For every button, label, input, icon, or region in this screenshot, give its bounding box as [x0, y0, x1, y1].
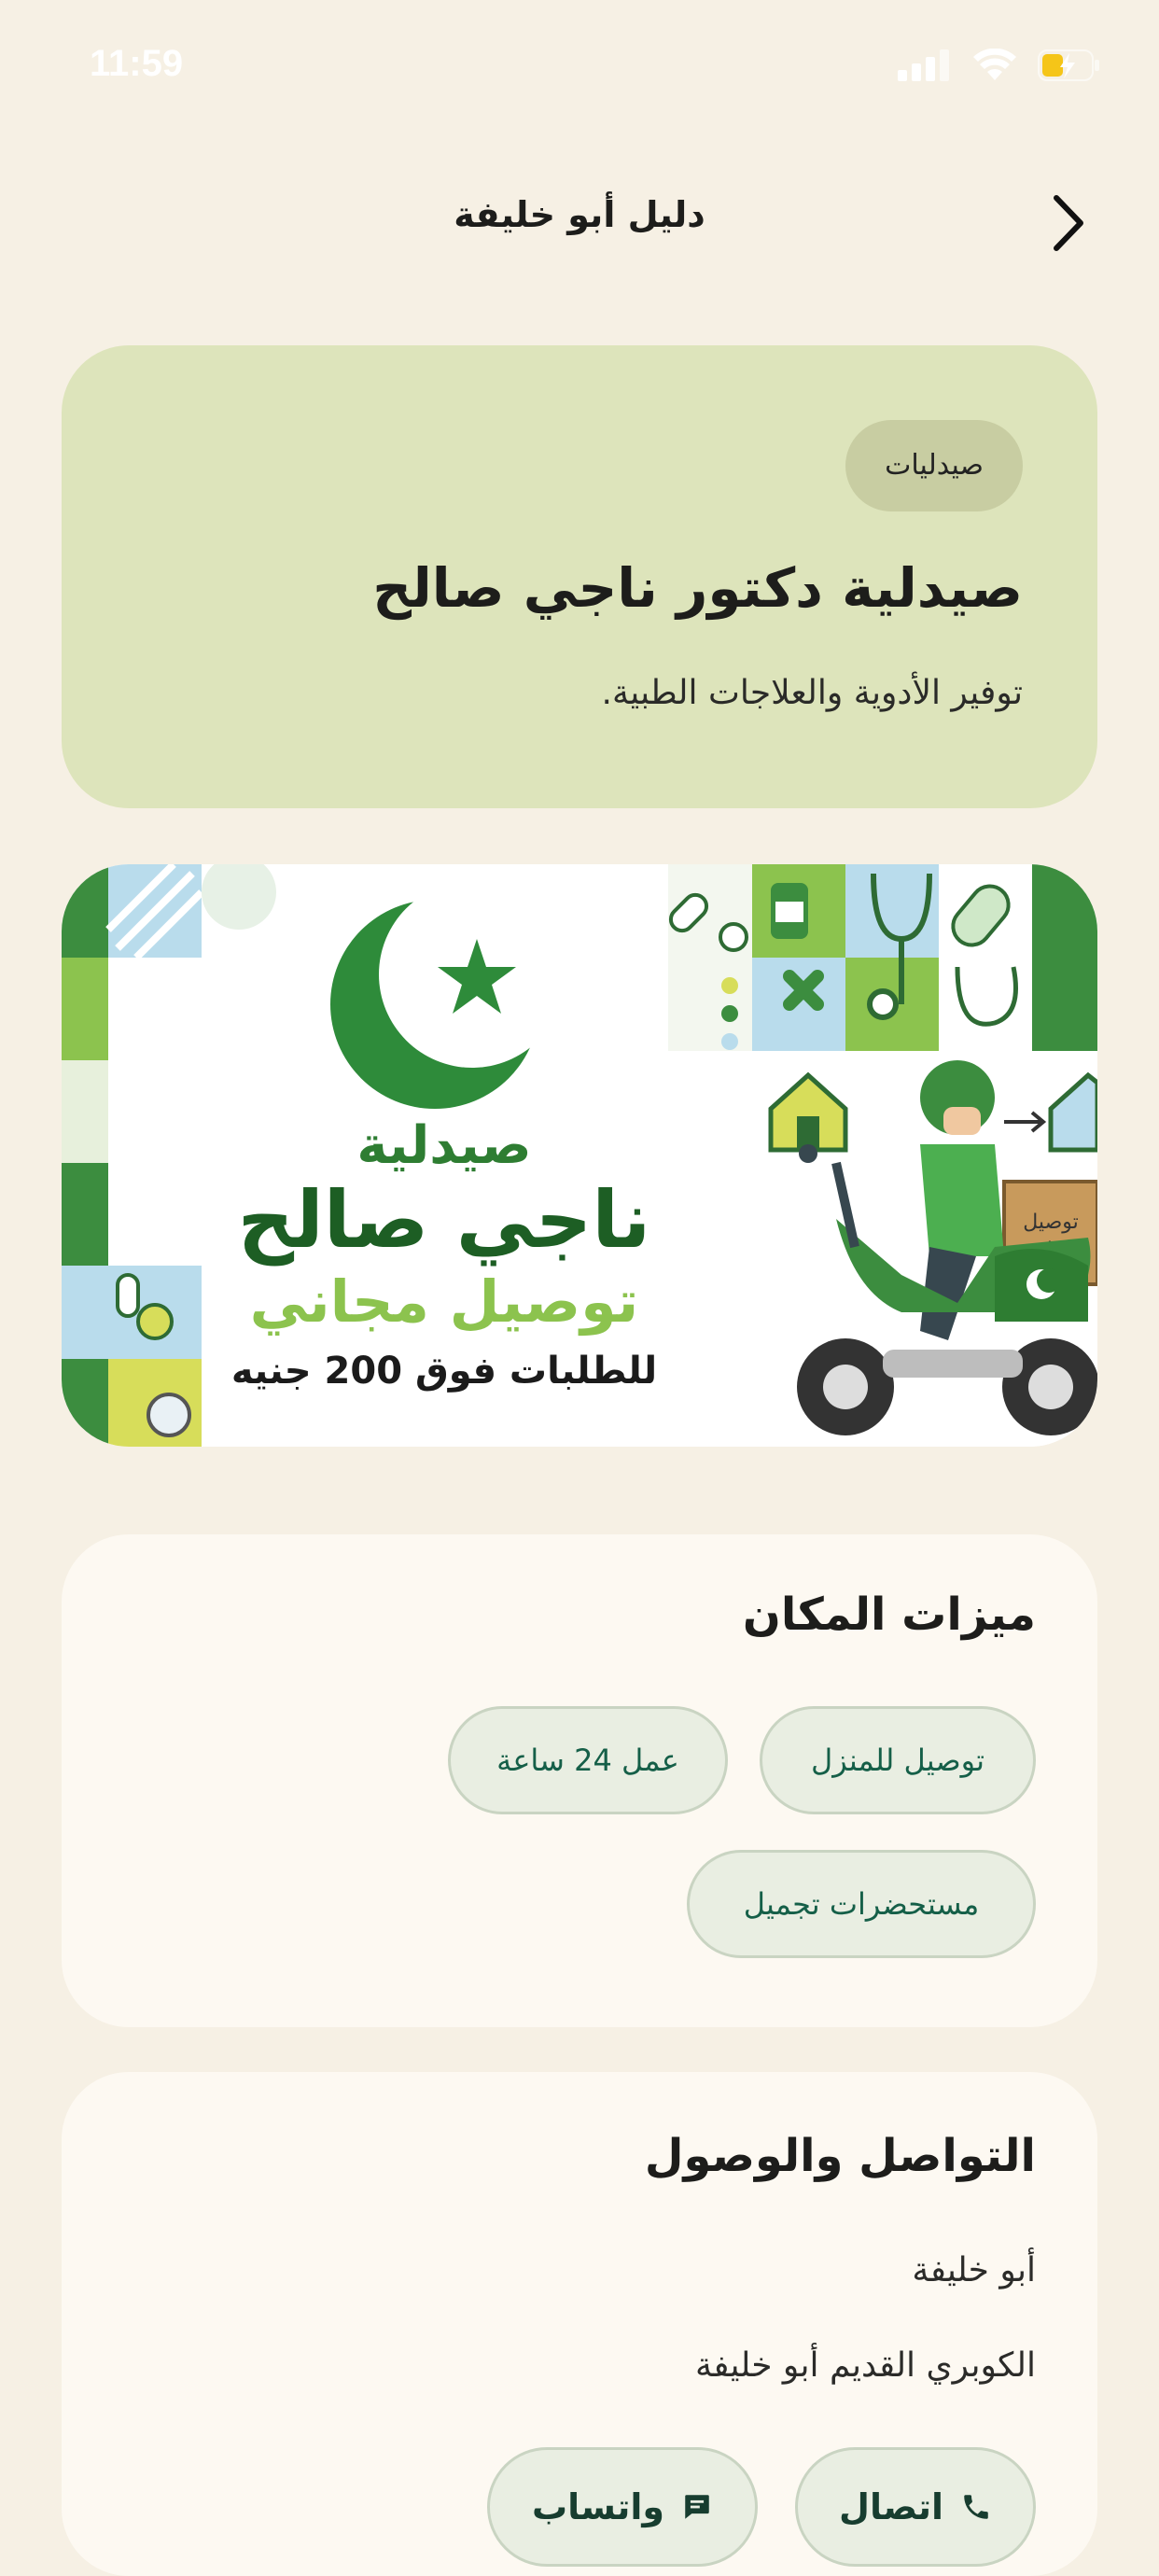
features-title: ميزات المكان	[742, 1589, 1036, 1641]
signal-icon	[898, 49, 949, 81]
whatsapp-button[interactable]: واتساب	[487, 2447, 758, 2567]
status-time: 11:59	[90, 43, 184, 84]
battery-charging-icon	[1038, 49, 1099, 81]
phone-icon	[964, 2495, 988, 2519]
message-icon	[685, 2495, 709, 2519]
place-name: صيدلية دكتور ناجي صالح	[372, 556, 1023, 620]
chevron-right-icon[interactable]	[1043, 192, 1090, 254]
place-description: توفير الأدوية والعلاجات الطبية.	[601, 674, 1023, 712]
status-icons	[898, 49, 1101, 82]
place-header-card: صيدليات صيدلية دكتور ناجي صالح توفير الأ…	[62, 345, 1097, 808]
feature-pill-cosmetics[interactable]: مستحضرات تجميل	[687, 1850, 1036, 1958]
whatsapp-label: واتساب	[531, 2486, 665, 2527]
contact-area: أبو خليفة	[912, 2251, 1036, 2289]
promo-banner-image: صيدلية ناجي صالح توصيل مجاني للطلبات فوق…	[62, 864, 1097, 1447]
contact-address: الكوبري القديم أبو خليفة	[694, 2346, 1036, 2385]
contact-title: التواصل والوصول	[644, 2130, 1036, 2182]
features-card: ميزات المكان توصيل للمنزل عمل 24 ساعة مس…	[62, 1534, 1097, 2027]
call-label: اتصال	[839, 2486, 943, 2527]
banner-line-4: للطلبات فوق 200 جنيه	[231, 1350, 657, 1393]
banner-illustration: صيدلية ناجي صالح توصيل مجاني للطلبات فوق…	[62, 864, 1097, 1447]
wifi-icon	[973, 49, 1016, 80]
banner-line-2: ناجي صالح	[238, 1174, 651, 1267]
feature-pill-24-hours[interactable]: عمل 24 ساعة	[448, 1706, 728, 1814]
banner-line-3: توصيل مجاني	[250, 1267, 639, 1336]
banner-line-1: صيدلية	[356, 1115, 531, 1176]
category-chip[interactable]: صيدليات	[845, 420, 1023, 511]
feature-pill-home-delivery[interactable]: توصيل للمنزل	[760, 1706, 1036, 1814]
page-title: دليل أبو خليفة	[454, 194, 705, 235]
contact-card: التواصل والوصول أبو خليفة الكوبري القديم…	[62, 2072, 1097, 2576]
call-button[interactable]: اتصال	[795, 2447, 1036, 2567]
box-text-1: توصيل	[1023, 1211, 1078, 1234]
